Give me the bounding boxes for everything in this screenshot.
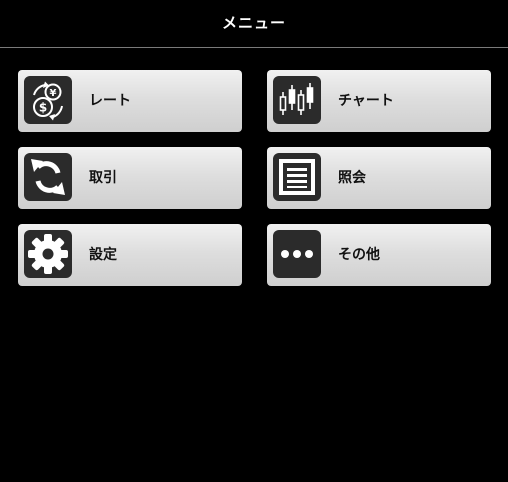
menu-label-other: その他 <box>338 247 380 263</box>
svg-text:¥: ¥ <box>50 88 57 99</box>
menu-label-settings: 設定 <box>89 247 117 263</box>
menu-button-inquiry[interactable]: 照会 <box>267 147 491 209</box>
menu-button-rate[interactable]: ¥ $ レート <box>18 70 242 132</box>
menu-button-chart[interactable]: チャート <box>267 70 491 132</box>
menu-label-chart: チャート <box>338 93 394 109</box>
swap-arrows-icon <box>24 153 72 201</box>
menu-label-rate: レート <box>89 93 131 109</box>
header-bar: メニュー <box>0 0 508 48</box>
menu-label-inquiry: 照会 <box>338 170 366 186</box>
exchange-rate-icon: ¥ $ <box>24 76 72 124</box>
menu-button-other[interactable]: その他 <box>267 224 491 286</box>
page-title: メニュー <box>221 14 286 32</box>
gear-icon <box>24 230 72 278</box>
document-list-icon <box>273 153 321 201</box>
menu-button-trade[interactable]: 取引 <box>18 147 242 209</box>
more-dots-icon <box>273 230 321 278</box>
menu-button-settings[interactable]: 設定 <box>18 224 242 286</box>
menu-label-trade: 取引 <box>89 170 117 186</box>
svg-text:$: $ <box>39 101 47 115</box>
candlestick-chart-icon <box>273 76 321 124</box>
